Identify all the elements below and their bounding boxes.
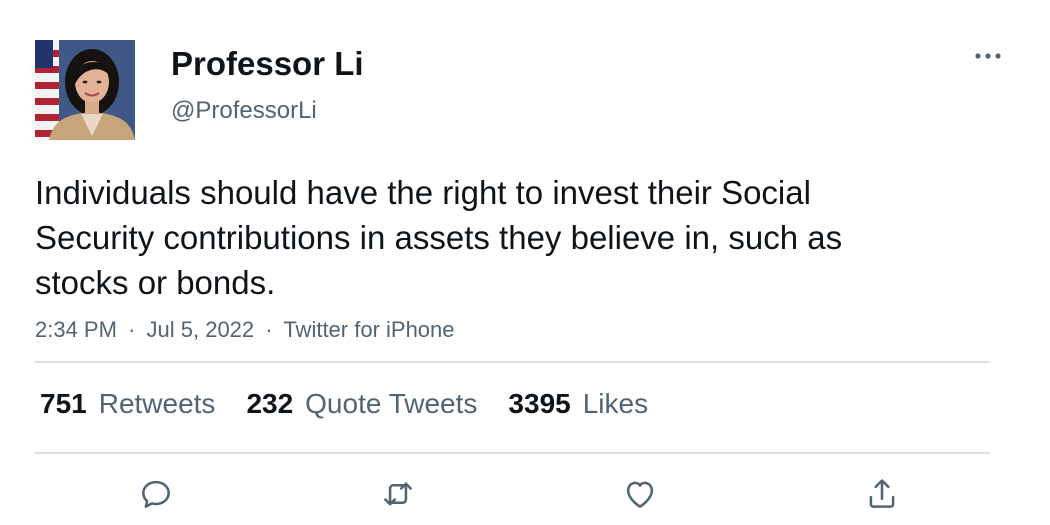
more-options-button[interactable]: [968, 42, 1008, 70]
engagement-stats: 751 Retweets 232 Quote Tweets 3395 Likes: [40, 386, 679, 422]
quote-tweets-stat[interactable]: 232 Quote Tweets: [246, 386, 477, 422]
share-icon: [869, 479, 895, 508]
meta-separator: ·: [128, 317, 136, 342]
tweet-date[interactable]: Jul 5, 2022: [147, 317, 255, 342]
reply-icon: [142, 480, 170, 508]
share-button[interactable]: [860, 472, 904, 516]
quote-tweets-label: Quote Tweets: [305, 388, 478, 419]
author-handle[interactable]: @ProfessorLi: [171, 96, 317, 126]
likes-count: 3395: [508, 388, 571, 419]
reply-button[interactable]: [134, 472, 178, 516]
meta-separator: ·: [265, 317, 273, 342]
profile-photo-icon: [35, 40, 135, 140]
tweet-text: Individuals should have the right to inv…: [35, 174, 843, 301]
like-icon: [626, 481, 654, 508]
retweets-label: Retweets: [98, 388, 216, 419]
avatar[interactable]: [35, 40, 135, 140]
tweet-time[interactable]: 2:34 PM: [35, 317, 117, 342]
retweet-button[interactable]: [376, 472, 420, 516]
tweet-meta: 2:34 PM · Jul 5, 2022 · Twitter for iPho…: [35, 315, 455, 345]
divider: [35, 361, 990, 363]
author-display-name[interactable]: Professor Li: [171, 44, 364, 84]
likes-stat[interactable]: 3395 Likes: [508, 386, 648, 422]
like-button[interactable]: [618, 472, 662, 516]
retweets-stat[interactable]: 751 Retweets: [40, 386, 215, 422]
more-dots-icon: [975, 53, 1001, 59]
likes-label: Likes: [582, 388, 649, 419]
quote-tweets-count: 232: [246, 388, 294, 419]
retweet-icon: [384, 482, 412, 506]
divider: [35, 452, 990, 454]
tweet-source[interactable]: Twitter for iPhone: [283, 317, 454, 342]
retweets-count: 751: [40, 388, 87, 419]
